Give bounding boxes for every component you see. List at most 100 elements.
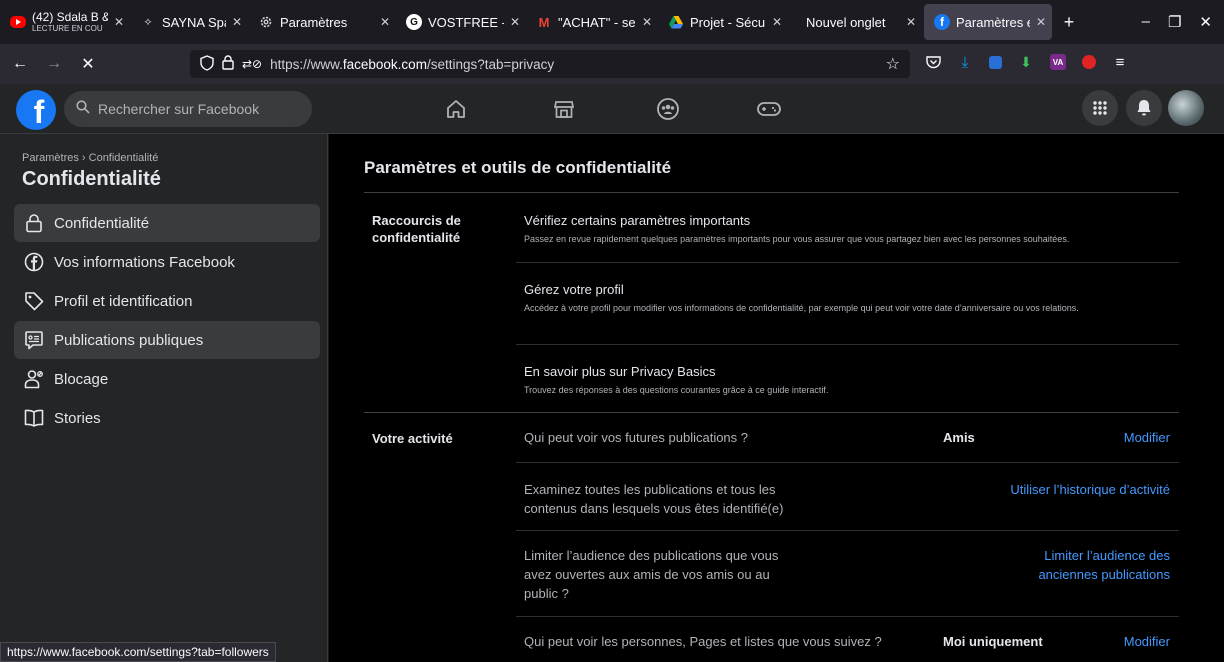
sidebar-item-your-information[interactable]: Vos informations Facebook [14, 243, 320, 281]
shortcut-row[interactable]: En savoir plus sur Privacy Basics Trouve… [524, 364, 1179, 397]
browser-tab[interactable]: G VOSTFREE - [ ✕ [396, 0, 526, 44]
shortcut-row[interactable]: Vérifiez certains paramètres importants … [524, 213, 1179, 246]
facebook-logo-icon[interactable]: f [16, 90, 56, 130]
sidebar-item-label: Vos informations Facebook [54, 253, 235, 271]
notifications-bell-icon[interactable] [1126, 90, 1162, 126]
close-tab-icon[interactable]: ✕ [906, 15, 916, 29]
shortcut-title: En savoir plus sur Privacy Basics [524, 364, 716, 379]
close-tab-icon[interactable]: ✕ [772, 15, 782, 29]
sidebar-item-privacy[interactable]: Confidentialité [14, 204, 320, 242]
browser-tab[interactable]: Paramètres ✕ [248, 0, 396, 44]
url-text[interactable]: https://www.facebook.com/settings?tab=pr… [270, 57, 554, 72]
page-title: Paramètres et outils de confidentialité [364, 158, 672, 177]
sidebar-item-label: Confidentialité [54, 214, 150, 232]
extension-dark-icon[interactable] [989, 55, 1002, 69]
extension-red-icon[interactable] [1082, 55, 1096, 69]
groups-icon[interactable] [652, 94, 684, 124]
browser-tab[interactable]: Projet - Sécur ✕ [658, 0, 788, 44]
browser-tab[interactable]: Nouvel onglet ✕ [788, 0, 922, 44]
activity-setting-value: Moi uniquement [943, 634, 1043, 649]
extensions-bar: ⤓ ⬇ VA ≡ [925, 54, 1128, 71]
minimize-icon[interactable]: – [1142, 13, 1150, 31]
shortcut-row[interactable]: Gérez votre profil Accédez à votre profi… [524, 282, 1179, 315]
activity-setting-value: Amis [943, 430, 975, 445]
shield-icon[interactable] [200, 54, 214, 74]
tab-title: Paramètres et [956, 14, 1030, 30]
main-content: Paramètres et outils de confidentialité … [329, 134, 1224, 662]
browser-tab[interactable]: ⟡ SAYNA Space ✕ [130, 0, 248, 44]
tab-title: SAYNA Space [162, 14, 226, 30]
edit-link[interactable]: Modifier [1124, 632, 1170, 651]
sidebar-item-public-posts[interactable]: Publications publiques [14, 321, 320, 359]
divider [516, 530, 1179, 531]
extension-green-icon[interactable]: ⬇ [1018, 54, 1034, 70]
close-tab-icon[interactable]: ✕ [232, 15, 242, 29]
search-icon [76, 99, 90, 119]
status-bar-url: https://www.facebook.com/settings?tab=fo… [0, 642, 276, 662]
youtube-icon [10, 16, 26, 28]
close-tab-icon[interactable]: ✕ [642, 15, 652, 29]
sidebar-item-label: Profil et identification [54, 292, 193, 310]
permissions-icon[interactable]: ⇄⊘ [242, 57, 262, 71]
extension-va-icon[interactable]: VA [1050, 54, 1066, 70]
public-post-icon [22, 328, 46, 352]
browser-tab-active[interactable]: f Paramètres et ✕ [924, 4, 1052, 40]
divider [516, 344, 1179, 345]
shortcut-description: Trouvez des réponses à des questions cou… [524, 385, 829, 395]
forward-icon[interactable]: → [40, 50, 68, 78]
sidebar-item-stories[interactable]: Stories [14, 399, 320, 437]
lock-icon [22, 211, 46, 235]
edit-link[interactable]: Modifier [1124, 428, 1170, 447]
home-icon[interactable] [440, 94, 472, 124]
vostfree-icon: G [406, 14, 422, 30]
close-window-icon[interactable]: ✕ [1199, 13, 1212, 31]
avatar[interactable] [1168, 90, 1204, 126]
sidebar-title: Confidentialité [22, 168, 161, 190]
sidebar-item-profile-tagging[interactable]: Profil et identification [14, 282, 320, 320]
close-tab-icon[interactable]: ✕ [510, 15, 520, 29]
facebook-search[interactable] [64, 91, 312, 127]
divider [516, 616, 1179, 617]
activity-setting-text: Examinez toutes les publications et tous… [524, 482, 784, 516]
sidebar-item-label: Blocage [54, 370, 109, 388]
menu-grid-icon[interactable] [1082, 90, 1118, 126]
block-user-icon [22, 367, 46, 391]
lock-icon[interactable] [222, 55, 234, 73]
pocket-icon[interactable] [925, 54, 941, 70]
back-icon[interactable]: ← [6, 50, 34, 78]
limit-past-posts-link[interactable]: Limiter l’audience des anciennes publica… [1010, 546, 1170, 584]
browser-nav-bar: ← → ✕ ⇄⊘ https://www.facebook.com/settin… [0, 44, 1224, 84]
facebook-header: f [0, 84, 1224, 134]
tab-title: Projet - Sécur [690, 14, 766, 30]
tab-title: Nouvel onglet [806, 14, 886, 30]
gear-icon [258, 14, 274, 30]
browser-tab[interactable]: M "ACHAT" - se ✕ [526, 0, 658, 44]
divider [364, 192, 1179, 193]
maximize-icon[interactable]: ❐ [1168, 13, 1181, 31]
menu-icon[interactable]: ≡ [1112, 54, 1128, 71]
shortcut-title: Vérifiez certains paramètres importants [524, 213, 751, 228]
download-icon[interactable]: ⤓ [957, 54, 973, 71]
url-bar[interactable]: ⇄⊘ https://www.facebook.com/settings?tab… [190, 50, 910, 78]
browser-tab[interactable]: (42) Sdala B & LECTURE EN COU ✕ [0, 0, 130, 44]
drive-icon [668, 14, 684, 30]
shortcut-description: Passez en revue rapidement quelques para… [524, 234, 1070, 244]
gaming-icon[interactable] [753, 94, 785, 124]
close-tab-icon[interactable]: ✕ [380, 15, 390, 29]
marketplace-icon[interactable] [548, 94, 580, 124]
sidebar-item-label: Stories [54, 409, 101, 427]
book-icon [22, 406, 46, 430]
activity-setting-text: Limiter l’audience des publications que … [524, 548, 779, 601]
close-tab-icon[interactable]: ✕ [1036, 15, 1046, 29]
new-tab-button[interactable]: + [1054, 0, 1084, 44]
sidebar-item-blocking[interactable]: Blocage [14, 360, 320, 398]
breadcrumb[interactable]: Paramètres › Confidentialité [22, 152, 158, 164]
tab-title: "ACHAT" - se [558, 14, 636, 30]
search-input[interactable] [98, 101, 298, 117]
close-tab-icon[interactable]: ✕ [114, 15, 124, 29]
activity-log-link[interactable]: Utiliser l’historique d’activité [1010, 480, 1170, 499]
bookmark-star-icon[interactable]: ☆ [886, 54, 900, 74]
section-label-shortcuts: Raccourcis de confidentialité [372, 213, 461, 245]
activity-setting-text: Qui peut voir vos futures publications ? [524, 430, 749, 445]
stop-icon[interactable]: ✕ [74, 50, 102, 78]
